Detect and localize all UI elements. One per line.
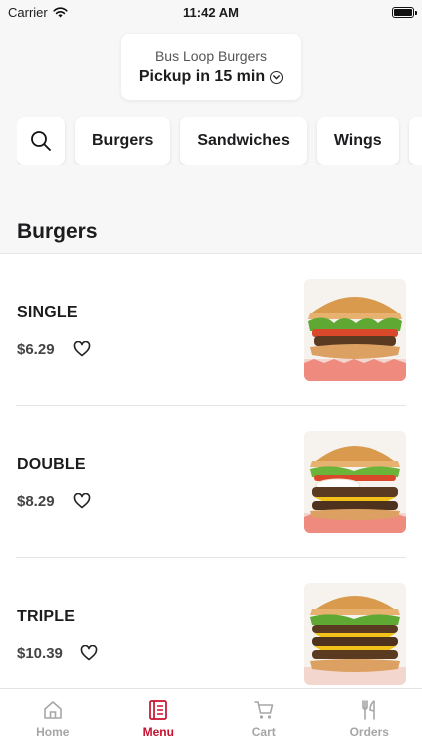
carrier-label: Carrier [8, 4, 48, 20]
utensils-icon [362, 700, 376, 720]
home-icon [43, 701, 62, 719]
category-chip-wings[interactable]: Wings [316, 117, 399, 165]
item-name: SINGLE [17, 304, 78, 321]
section-title: Burgers [17, 220, 98, 243]
menu-item-single[interactable]: SINGLE $6.29 [16, 254, 406, 406]
pickup-time-row[interactable]: Pickup in 15 min [121, 68, 301, 86]
search-button[interactable] [17, 117, 65, 165]
category-chip-burgers[interactable]: Burgers [75, 117, 171, 165]
search-icon [31, 131, 51, 151]
pickup-time-label: Pickup in 15 min [138, 68, 266, 85]
tab-bar: Home Menu Cart Orders [0, 688, 422, 750]
menu-item-triple[interactable]: TRIPLE $10.39 [16, 558, 406, 688]
item-image [304, 279, 406, 381]
tab-orders[interactable]: Orders [317, 689, 422, 750]
item-image [304, 583, 406, 685]
tab-home[interactable]: Home [0, 689, 106, 750]
heart-icon[interactable] [80, 645, 98, 661]
item-name: DOUBLE [17, 456, 86, 473]
item-price: $8.29 [17, 493, 55, 510]
cart-icon [253, 701, 274, 719]
status-bar: Carrier 11:42 AM [0, 0, 422, 24]
carrier-group: Carrier [8, 5, 68, 20]
wifi-icon [53, 6, 68, 17]
menu-item-double[interactable]: DOUBLE $8.29 [16, 406, 406, 558]
tab-orders-label: Orders [349, 725, 389, 739]
tab-cart[interactable]: Cart [211, 689, 317, 750]
tab-cart-label: Cart [251, 725, 276, 739]
tab-menu[interactable]: Menu [106, 689, 212, 750]
battery-icon [392, 6, 417, 18]
tab-menu-label: Menu [142, 725, 174, 739]
item-price: $10.39 [17, 645, 63, 662]
store-name: Bus Loop Burgers [154, 48, 268, 64]
tab-home-label: Home [36, 725, 70, 739]
category-bar: Burgers Sandwiches Wings [17, 117, 422, 165]
item-name: TRIPLE [17, 608, 76, 625]
item-price: $6.29 [17, 341, 55, 358]
chevron-down-icon [270, 70, 284, 84]
menu-list: SINGLE $6.29 DOUBLE $8.29 TRIPLE $10.39 [0, 253, 422, 688]
category-chip-more[interactable] [408, 117, 422, 165]
item-image [304, 431, 406, 533]
heart-icon[interactable] [73, 493, 91, 509]
pickup-location-card[interactable]: Bus Loop Burgers Pickup in 15 min [121, 34, 301, 100]
category-chip-sandwiches[interactable]: Sandwiches [180, 117, 307, 165]
heart-icon[interactable] [73, 341, 91, 357]
menu-book-icon [149, 700, 168, 720]
